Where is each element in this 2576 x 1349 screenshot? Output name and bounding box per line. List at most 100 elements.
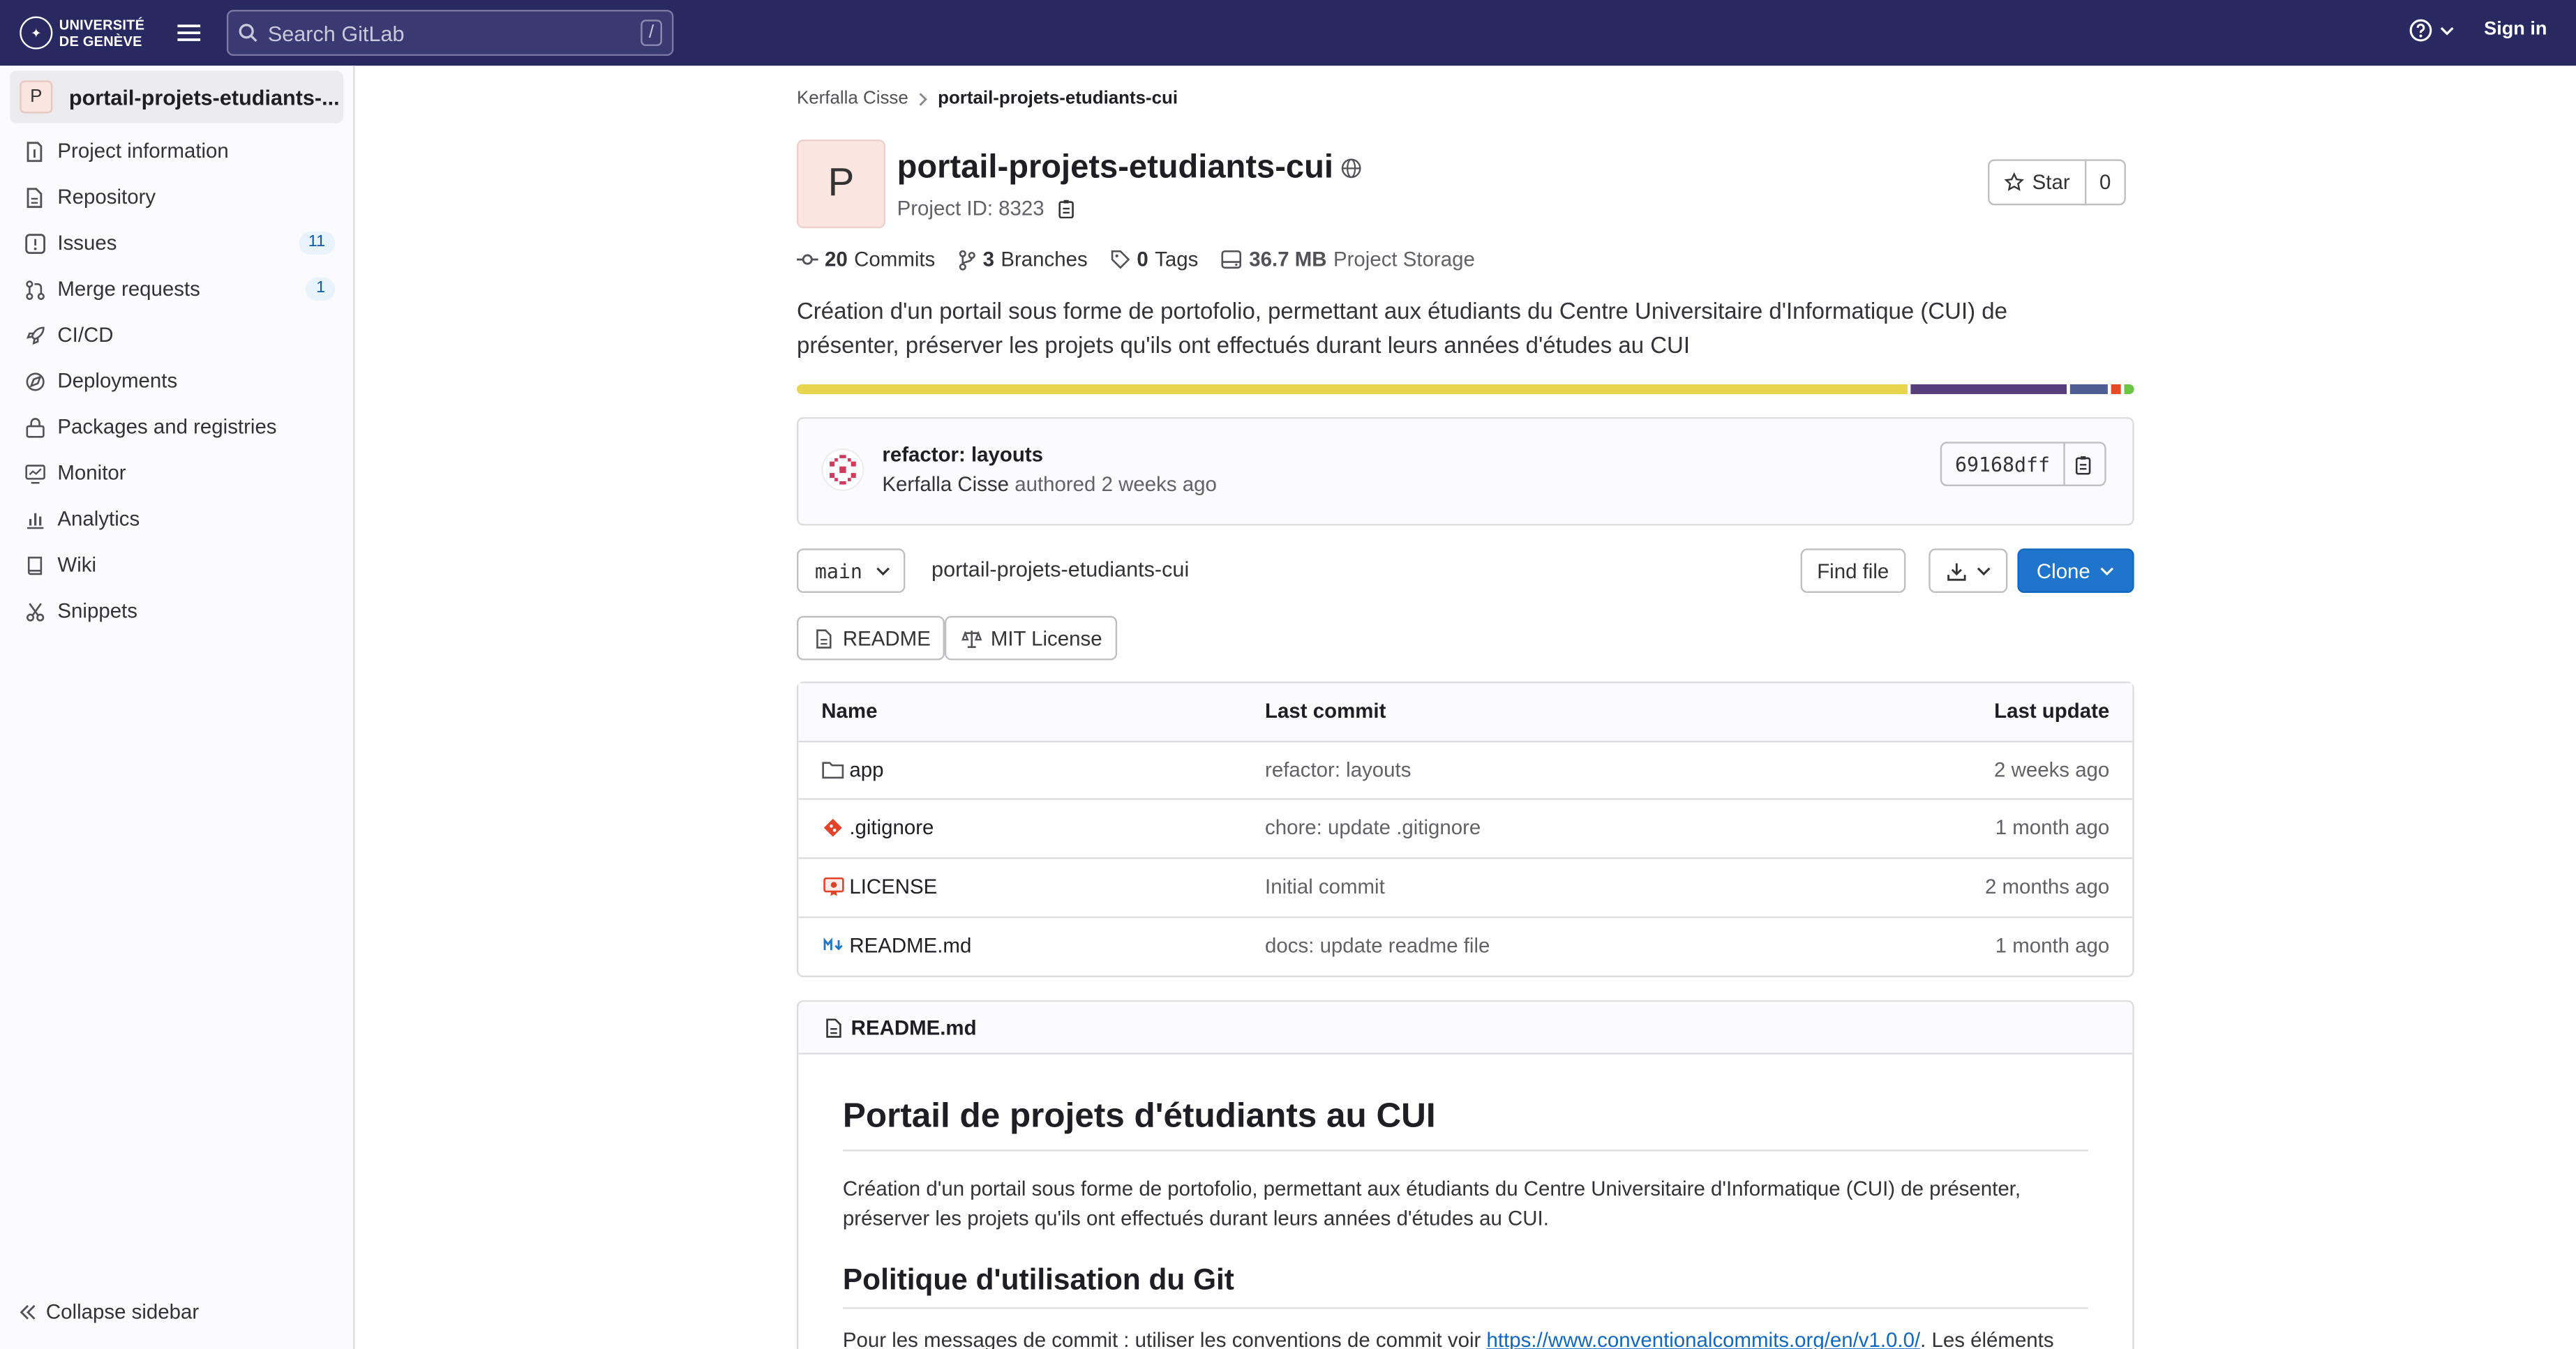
sidebar-item-merge-requests[interactable]: Merge requests 1 — [23, 269, 336, 309]
license-button[interactable]: MIT License — [944, 615, 1117, 661]
table-row[interactable]: LICENSE Initial commit 2 months ago — [798, 859, 2133, 918]
language-bar-segment[interactable] — [2120, 384, 2134, 395]
branches-link[interactable]: 3 Branches — [958, 248, 1088, 271]
readme-paragraph-2-end: . Les éléments — [1920, 1328, 2054, 1349]
rocket-icon — [23, 324, 46, 347]
repository-path[interactable]: portail-projets-etudiants-cui — [931, 557, 1189, 581]
tag-icon — [1111, 250, 1130, 269]
download-button[interactable] — [1929, 548, 2008, 594]
sidebar-item-label: Monitor — [57, 461, 126, 485]
readme-button[interactable]: README — [796, 615, 946, 661]
readme-content: Portail de projets d'étudiants au CUI Cr… — [842, 1097, 2088, 1349]
last-commit-meta: Kerfalla Cisse authored 2 weeks ago — [882, 473, 1216, 496]
tags-label: Tags — [1155, 248, 1199, 271]
column-header-last-commit: Last commit — [1265, 700, 1386, 723]
search-input[interactable]: Search GitLab / — [226, 10, 674, 56]
project-avatar-small: P — [20, 80, 53, 114]
sidebar-project-header[interactable]: P portail-projets-etudiants-... — [10, 70, 344, 123]
star-count[interactable]: 0 — [2086, 161, 2124, 204]
file-name[interactable]: .gitignore — [849, 817, 934, 840]
package-icon — [23, 416, 46, 439]
storage-icon — [1221, 250, 1243, 269]
help-menu[interactable] — [2409, 18, 2455, 43]
commit-author[interactable]: Kerfalla Cisse — [882, 473, 1009, 496]
find-file-button[interactable]: Find file — [1800, 548, 1905, 594]
star-button[interactable]: Star 0 — [1988, 159, 2126, 206]
sidebar-item-deployments[interactable]: Deployments — [23, 361, 335, 401]
sign-in-link[interactable]: Sign in — [2484, 20, 2547, 39]
file-last-commit[interactable]: Initial commit — [1265, 875, 1385, 898]
conventional-commits-link[interactable]: https://www.conventionalcommits.org/en/v… — [1487, 1329, 1921, 1349]
markdown-icon — [821, 934, 844, 957]
commit-sha-group: 69168dff — [1940, 442, 2106, 486]
copy-icon[interactable] — [1058, 199, 1076, 219]
sidebar-item-issues[interactable]: Issues 11 — [23, 223, 336, 263]
sidebar-item-packages[interactable]: Packages and registries — [23, 407, 335, 447]
breadcrumb-project[interactable]: portail-projets-etudiants-cui — [938, 89, 1178, 108]
chevron-down-icon — [876, 566, 890, 575]
doc-icon — [23, 186, 46, 209]
breadcrumb: Kerfalla Cisse portail-projets-etudiants… — [797, 89, 1178, 108]
language-bar-segment[interactable] — [2067, 384, 2108, 395]
file-name[interactable]: app — [849, 758, 883, 781]
hamburger-menu-icon[interactable] — [174, 18, 204, 47]
collapse-sidebar-button[interactable]: Collapse sidebar — [20, 1301, 199, 1324]
commits-link[interactable]: 20 Commits — [796, 248, 936, 271]
sidebar-item-repository[interactable]: Repository — [23, 177, 335, 217]
sidebar-item-snippets[interactable]: Snippets — [23, 591, 335, 631]
table-row[interactable]: app refactor: layouts 2 weeks ago — [798, 742, 2133, 801]
sidebar-item-wiki[interactable]: Wiki — [23, 545, 335, 585]
project-title-text: portail-projets-etudiants-cui — [897, 149, 1333, 186]
branches-label: Branches — [1001, 248, 1088, 271]
language-bar-segment[interactable] — [1906, 384, 2067, 395]
last-commit-panel: refactor: layouts Kerfalla Cisse authore… — [796, 417, 2134, 526]
readme-filename[interactable]: README.md — [851, 1016, 977, 1039]
chevron-down-icon — [1975, 566, 1990, 575]
storage-size: 36.7 MB — [1249, 248, 1327, 271]
project-avatar: P — [796, 140, 886, 229]
sidebar-project-name: portail-projets-etudiants-... — [68, 84, 340, 110]
commits-label: Commits — [854, 248, 936, 271]
collapse-sidebar-label: Collapse sidebar — [45, 1300, 200, 1324]
branch-selector[interactable]: main — [796, 548, 906, 594]
doc-icon — [821, 1016, 844, 1039]
file-name[interactable]: LICENSE — [849, 875, 937, 898]
file-last-commit[interactable]: docs: update readme file — [1265, 934, 1490, 957]
language-bar-segment[interactable] — [796, 384, 1907, 395]
storage-info[interactable]: 36.7 MB Project Storage — [1221, 248, 1475, 271]
copy-icon[interactable] — [2065, 444, 2104, 485]
file-name[interactable]: README.md — [849, 934, 971, 957]
tags-link[interactable]: 0 Tags — [1111, 248, 1199, 271]
merge-requests-count-badge: 1 — [306, 277, 336, 301]
readme-paragraph-1: Création d'un portail sous forme de port… — [842, 1177, 2021, 1230]
sidebar-item-label: Issues — [57, 231, 117, 255]
last-commit-title[interactable]: refactor: layouts — [882, 444, 1043, 467]
commit-sha[interactable]: 69168dff — [1942, 443, 2065, 485]
sidebar-item-label: Packages and registries — [57, 415, 277, 439]
clone-button[interactable]: Clone — [2017, 548, 2134, 594]
crest-icon: ✦ — [20, 16, 53, 50]
file-last-update: 2 months ago — [1984, 875, 2110, 899]
git-icon — [821, 817, 844, 840]
breadcrumb-owner[interactable]: Kerfalla Cisse — [797, 89, 908, 108]
sidebar-item-project-information[interactable]: Project information — [23, 131, 335, 171]
file-last-update: 1 month ago — [1995, 934, 2110, 958]
license-icon — [821, 875, 844, 898]
merge-request-icon — [23, 278, 46, 301]
sidebar-item-monitor[interactable]: Monitor — [23, 453, 335, 493]
table-row[interactable]: .gitignore chore: update .gitignore 1 mo… — [798, 801, 2133, 859]
readme-panel: README.md Portail de projets d'étudiants… — [796, 1000, 2134, 1349]
university-logo[interactable]: ✦ UNIVERSITÉ DE GENÈVE — [20, 16, 144, 50]
sidebar-item-analytics[interactable]: Analytics — [23, 499, 335, 539]
column-header-name: Name — [821, 700, 878, 723]
language-bar-segment[interactable] — [2107, 384, 2121, 395]
sidebar-item-ci-cd[interactable]: CI/CD — [23, 315, 335, 355]
folder-icon — [821, 758, 844, 781]
readme-heading-1: Portail de projets d'étudiants au CUI — [842, 1097, 2088, 1152]
table-row[interactable]: README.md docs: update readme file 1 mon… — [798, 918, 2132, 977]
file-last-commit[interactable]: chore: update .gitignore — [1265, 817, 1481, 840]
commit-icon — [796, 251, 818, 268]
download-icon — [1946, 561, 1965, 580]
avatar[interactable] — [821, 448, 864, 492]
file-last-commit[interactable]: refactor: layouts — [1265, 758, 1411, 781]
